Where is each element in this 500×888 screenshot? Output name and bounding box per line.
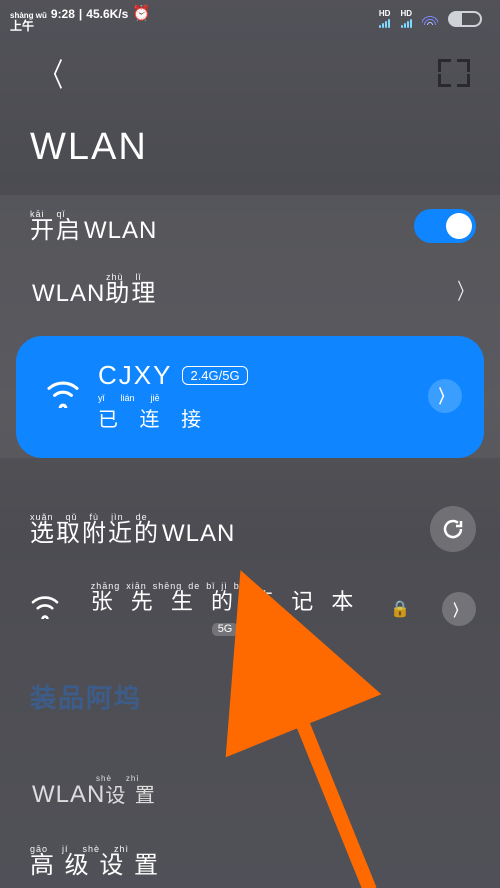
wifi-icon (30, 595, 60, 624)
watermark: 装品阿坞 (0, 654, 500, 715)
band-tag: 5G (212, 623, 239, 636)
band-tag: 2.4G/5G (182, 366, 247, 385)
back-button[interactable]: 〈 (41, 50, 63, 96)
lock-icon: 🔒 (390, 599, 410, 619)
wifi-icon (46, 380, 80, 413)
status-time: 9:28 (51, 7, 75, 21)
wlan-settings-row[interactable]: shèzhì WLAN 设 置 (0, 715, 500, 811)
network-options-button[interactable]: 〉 (442, 592, 476, 626)
connected-ssid: CJXY (98, 360, 172, 391)
nearby-section-header: xuǎnqǔfùjìnde 选取附近的WLAN (0, 466, 500, 562)
battery-icon (448, 11, 482, 27)
hd-indicator-2: HD (400, 10, 412, 28)
wlan-toggle[interactable] (414, 209, 476, 243)
nearby-network-item[interactable]: zhāngxiānshēngdebǐjìběn 张 先 生 的 笔 记 本 5G… (0, 562, 500, 654)
alarm-icon: ⏰ (132, 6, 149, 23)
status-bar: shàng wǔ 上午 9:28 | 45.6K/s ⏰ HD HD (0, 0, 500, 32)
nearby-ssid: 张 先 生 的 笔 记 本 (91, 591, 360, 613)
network-details-button[interactable]: 〉 (428, 379, 462, 413)
enable-wlan-row[interactable]: kāiqǐ 开启WLAN (0, 195, 500, 259)
refresh-button[interactable] (430, 506, 476, 552)
hd-indicator-1: HD (379, 10, 391, 28)
advanced-settings-row[interactable]: gāojíshèzhì 高 级 设 置 (0, 811, 500, 878)
status-am: 上午 (10, 20, 47, 32)
chevron-right-icon: 〉 (457, 274, 472, 306)
wifi-status-icon (422, 13, 438, 25)
scan-qr-button[interactable] (438, 59, 470, 87)
status-speed: 45.6K/s (86, 7, 128, 21)
wlan-assistant-row[interactable]: zhùlǐ WLAN助理 〉 (0, 259, 500, 322)
connected-network-card[interactable]: CJXY 2.4G/5G yǐliánjiē 已 连 接 〉 (16, 336, 484, 458)
connected-status: 已 连 接 (98, 403, 410, 432)
page-title: WLAN (0, 96, 500, 187)
